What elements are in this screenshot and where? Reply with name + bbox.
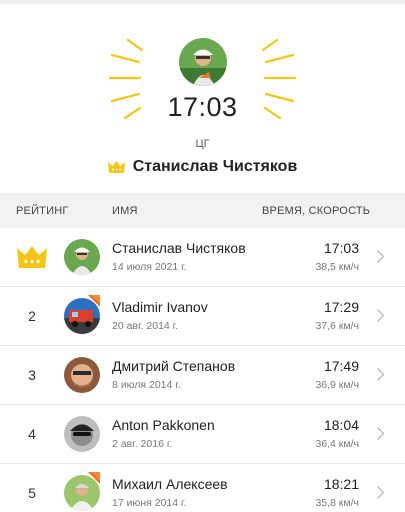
hero-time: 17:03 (167, 92, 238, 122)
leaderboard-header: РЕЙТИНГ ИМЯ ВРЕМЯ, СКОРОСТЬ (0, 193, 405, 228)
segment-time: 17:49 (323, 358, 359, 374)
athlete-name: Станислав Чистяков (112, 240, 246, 256)
leaderboard-row[interactable]: 3 Дмитрий Степанов 8 июля 2014 г. 17:49 … (0, 346, 405, 405)
leaderboard-list: Станислав Чистяков 14 июля 2021 г. 17:03… (0, 228, 405, 512)
activity-date: 14 июля 2021 г. (112, 261, 187, 273)
avatar (64, 239, 100, 275)
leaderboard-row[interactable]: Станислав Чистяков 14 июля 2021 г. 17:03… (0, 228, 405, 287)
athlete-name: Anton Pakkonen (112, 417, 215, 433)
athlete-name: Дмитрий Степанов (112, 358, 236, 374)
rank-cell: 3 (28, 367, 36, 383)
chevron-right-icon (376, 367, 385, 382)
segment-time: 17:03 (323, 240, 359, 256)
athlete-name: Михаил Алексеев (112, 476, 228, 492)
leaderboard-row[interactable]: 4 Anton Pakkonen 2 авг. 2016 г. 18:04 36… (0, 405, 405, 464)
rank-cell: 5 (28, 485, 36, 501)
activity-date: 20 авг. 2014 г. (112, 320, 179, 332)
segment-time: 17:29 (323, 299, 359, 315)
segment-speed: 37,6 км/ч (315, 320, 359, 332)
activity-date: 8 июля 2014 г. (112, 379, 181, 391)
avatar (64, 416, 100, 452)
segment-speed: 36,4 км/ч (315, 438, 359, 450)
leaderboard-row[interactable]: 2 Vladimir Ivanov 20 авг. 2014 г. 17:29 … (0, 287, 405, 346)
hero-athlete-name[interactable]: Станислав Чистяков (133, 158, 298, 176)
athlete-name: Vladimir Ivanov (112, 299, 208, 315)
column-rank[interactable]: РЕЙТИНГ (16, 205, 69, 217)
hero-section: 17:03 ЦГ Станислав Чистяков (0, 0, 405, 192)
activity-date: 17 июня 2014 г. (112, 497, 187, 509)
rank-cell: 2 (28, 308, 36, 324)
activity-date: 2 авг. 2016 г. (112, 438, 173, 450)
hero-code: ЦГ (195, 138, 210, 150)
column-name[interactable]: ИМЯ (112, 205, 138, 217)
subscriber-badge-icon (88, 472, 100, 484)
crown-icon (107, 161, 125, 173)
subscriber-badge-icon (88, 295, 100, 307)
chevron-right-icon (376, 426, 385, 441)
rank-cell (16, 228, 48, 286)
column-time-speed[interactable]: ВРЕМЯ, СКОРОСТЬ (262, 205, 370, 217)
crown-icon (17, 246, 47, 268)
chevron-right-icon (376, 308, 385, 323)
segment-speed: 38,5 км/ч (315, 261, 359, 273)
hero-avatar (179, 38, 227, 86)
chevron-right-icon (376, 249, 385, 264)
segment-time: 18:04 (323, 417, 359, 433)
chevron-right-icon (376, 485, 385, 500)
leaderboard-row[interactable]: 5 Михаил Алексеев 17 июня 2014 г. 18:21 … (0, 464, 405, 512)
segment-speed: 35,8 км/ч (315, 497, 359, 509)
avatar (64, 357, 100, 393)
rank-cell: 4 (28, 426, 36, 442)
segment-speed: 36,9 км/ч (315, 379, 359, 391)
segment-time: 18:21 (323, 476, 359, 492)
hero-name-row: Станислав Чистяков (0, 158, 405, 176)
